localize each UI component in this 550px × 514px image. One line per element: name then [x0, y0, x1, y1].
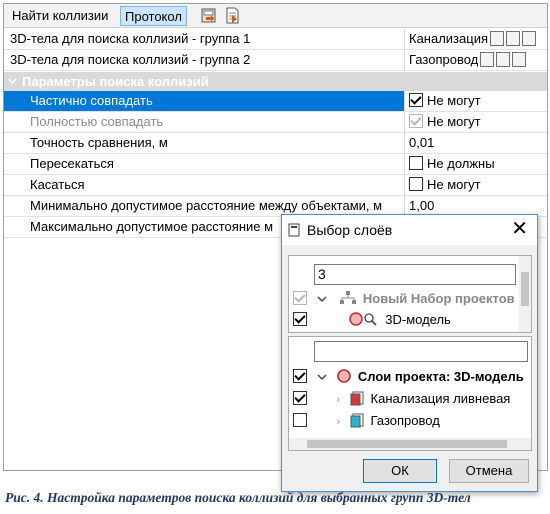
group2-value-text: Газопровод — [409, 52, 479, 67]
tree-row-project-set[interactable]: Новый Набор проектов — [293, 289, 515, 309]
dialog-title: Выбор слоёв — [307, 222, 393, 238]
find-collisions-button[interactable]: Найти коллизии — [8, 6, 112, 26]
checkbox[interactable] — [293, 391, 307, 405]
param-value[interactable]: Не могут — [404, 175, 547, 195]
checkbox[interactable] — [409, 156, 423, 170]
param-label: Точность сравнения, м — [30, 135, 168, 150]
param-label: Касаться — [30, 177, 85, 192]
layer-sewer-icon — [350, 391, 364, 406]
layer-label: Газопровод — [370, 413, 440, 428]
checkbox[interactable] — [293, 291, 307, 305]
params-category-label: Параметры поиска коллизий — [22, 74, 209, 89]
checkbox[interactable] — [293, 312, 307, 326]
model-icon — [337, 369, 352, 383]
param-label: Максимально допустимое расстояние м — [30, 219, 274, 234]
binoculars-icon[interactable] — [522, 31, 536, 46]
export-icon[interactable] — [200, 7, 217, 24]
model-search-icon — [348, 312, 377, 326]
scrollbar[interactable] — [519, 256, 531, 332]
tree-row-layer-gas[interactable]: › Газопровод — [293, 411, 440, 431]
project-set-icon — [340, 291, 357, 304]
group1-value: Канализация — [404, 29, 547, 49]
close-icon[interactable]: ✕ — [511, 218, 528, 240]
param-value-text: Не должны — [427, 156, 495, 171]
param-label: Пересекаться — [30, 156, 114, 171]
layer-filter-input[interactable] — [314, 341, 528, 362]
binoculars-icon[interactable] — [512, 52, 527, 67]
tree-row-layer-sewer[interactable]: › Канализация ливневая — [293, 389, 510, 409]
param-row-precision[interactable]: Точность сравнения, м 0,01 — [4, 133, 547, 154]
scrollbar-thumb[interactable] — [307, 440, 507, 448]
cancel-button[interactable]: Отмена — [449, 459, 529, 483]
chevron-right-icon[interactable]: › — [337, 394, 341, 406]
group2-value: Газопровод — [404, 50, 547, 70]
param-value: Не могут — [404, 112, 547, 132]
param-value[interactable]: 1,00 — [404, 196, 547, 216]
protocol-button[interactable]: Протокол — [120, 6, 187, 26]
checkbox[interactable] — [409, 177, 423, 191]
param-value[interactable]: Не должны — [404, 154, 547, 174]
checkbox[interactable] — [293, 413, 307, 427]
layer-selection-dialog: Выбор слоёв ✕ 3 Новый Набор проектов 3D-… — [281, 214, 538, 492]
group1-row[interactable]: 3D-тела для поиска коллизий - группа 1 К… — [4, 29, 547, 50]
collapse-chevron-icon[interactable] — [8, 77, 17, 86]
layers-panel: Слои проекта: 3D-модель › Канализация ли… — [288, 336, 532, 451]
param-label: Частично совпадать — [30, 93, 153, 108]
group1-value-text: Канализация — [409, 31, 488, 46]
pick-icon[interactable] — [496, 52, 511, 67]
chevron-down-icon[interactable] — [317, 372, 327, 382]
param-label: Полностью совпадать — [30, 114, 164, 129]
param-row-partial-match[interactable]: Частично совпадать Не могут — [4, 91, 547, 112]
param-value-text: Не могут — [427, 177, 481, 192]
param-value[interactable]: Не могут — [404, 91, 547, 111]
group1-label: 3D-тела для поиска коллизий - группа 1 — [10, 31, 251, 46]
select-objects-icon[interactable] — [490, 31, 504, 46]
scrollbar-thumb[interactable] — [521, 272, 529, 306]
report-icon[interactable] — [224, 7, 241, 24]
param-row-intersect[interactable]: Пересекаться Не должны — [4, 154, 547, 175]
param-label: Минимально допустимое расстояние между о… — [30, 198, 383, 213]
group2-row[interactable]: 3D-тела для поиска коллизий - группа 2 Г… — [4, 50, 547, 71]
param-row-touch[interactable]: Касаться Не могут — [4, 175, 547, 196]
param-value-text: Не могут — [427, 93, 481, 108]
project-set-label: Новый Набор проектов — [362, 291, 515, 306]
layer-label: Канализация ливневая — [370, 391, 511, 406]
dialog-app-icon — [288, 223, 300, 237]
chevron-right-icon[interactable]: › — [337, 416, 341, 428]
dialog-titlebar: Выбор слоёв ✕ — [282, 215, 537, 245]
project-search-input[interactable]: 3 — [314, 264, 516, 285]
horizontal-scrollbar[interactable] — [289, 438, 531, 450]
checkbox — [409, 114, 423, 128]
model-label: 3D-модель — [385, 312, 451, 327]
layers-root-label: Слои проекта: 3D-модель — [357, 369, 524, 384]
toolbar: Найти коллизии Протокол — [4, 4, 547, 28]
param-row-full-match: Полностью совпадать Не могут — [4, 112, 547, 133]
select-objects-icon[interactable] — [480, 52, 495, 67]
param-value-text: Не могут — [427, 114, 481, 129]
checkbox[interactable] — [409, 93, 423, 107]
checkbox[interactable] — [293, 369, 307, 383]
layer-gas-icon — [350, 413, 364, 428]
chevron-down-icon[interactable] — [317, 294, 327, 304]
tree-row-3d-model[interactable]: 3D-модель — [293, 310, 451, 330]
pick-icon[interactable] — [506, 31, 520, 46]
figure-caption: Рис. 4. Настройка параметров поиска колл… — [5, 490, 471, 505]
group2-label: 3D-тела для поиска коллизий - группа 2 — [10, 52, 251, 67]
tree-row-project-layers[interactable]: Слои проекта: 3D-модель — [293, 367, 524, 387]
params-category[interactable]: Параметры поиска коллизий — [4, 72, 547, 91]
project-set-panel: 3 Новый Набор проектов 3D-модель — [288, 255, 532, 333]
param-value[interactable]: 0,01 — [404, 133, 547, 153]
ok-button[interactable]: ОК — [363, 459, 437, 483]
